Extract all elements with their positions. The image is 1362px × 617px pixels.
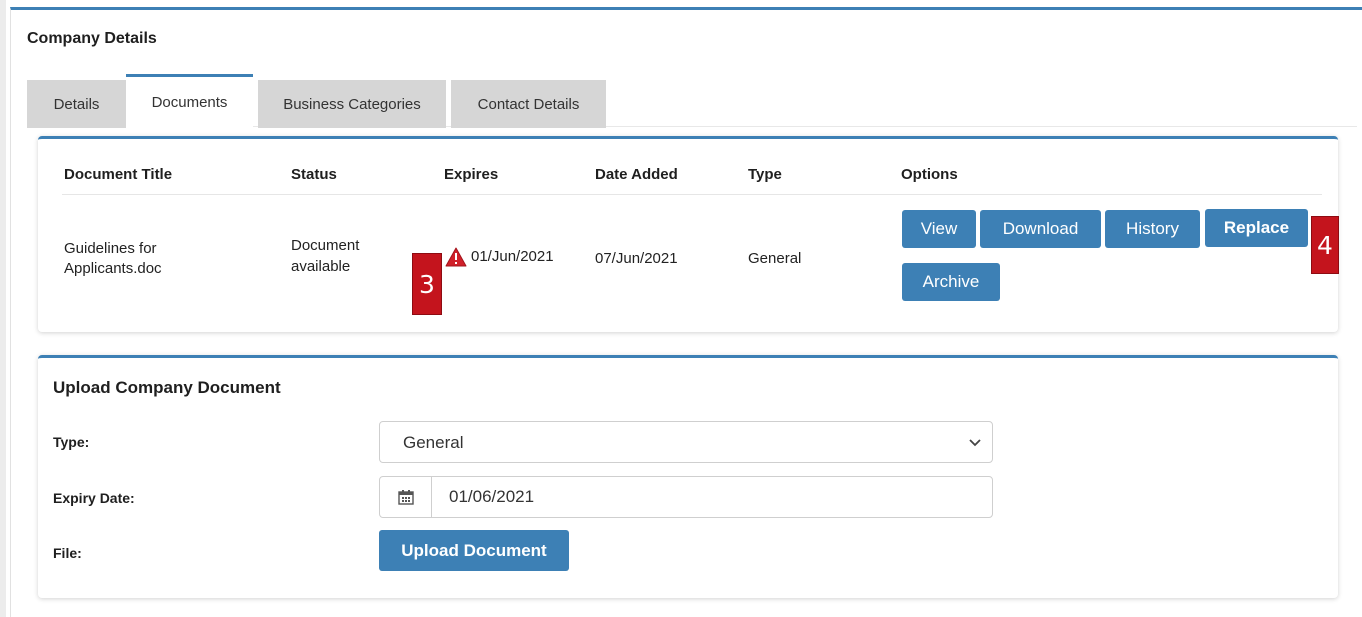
tab-contact-details-label: Contact Details [477,95,580,113]
tab-documents[interactable]: Documents [126,74,253,128]
status-line1: Document [291,237,360,254]
type-label: Type: [53,434,90,450]
document-title-line1: Guidelines for [64,240,157,257]
warning-triangle-icon [445,247,467,272]
history-button[interactable]: History [1105,210,1200,248]
view-button[interactable]: View [902,210,976,248]
header-options: Options [901,166,958,183]
calendar-icon[interactable] [380,477,432,517]
expiry-date-value: 01/06/2021 [449,487,535,506]
download-button[interactable]: Download [980,210,1101,248]
header-type: Type [748,166,782,183]
header-document-title: Document Title [64,166,173,183]
document-type: General [748,250,802,267]
replace-button[interactable]: Replace [1205,209,1308,247]
type-select[interactable]: General [379,421,993,463]
type-select-value: General [403,433,464,452]
chevron-down-icon [968,434,982,454]
annotation-marker-3: 3 [412,253,442,315]
table-header-divider [62,194,1322,195]
document-title-line2: Applicants.doc [64,260,162,277]
archive-button[interactable]: Archive [902,263,1000,301]
documents-table-card: Document Title Status Expires Date Added… [38,136,1338,332]
tab-details-label: Details [53,95,100,113]
expires-date: 01/Jun/2021 [471,248,554,265]
panel-title: Company Details [27,30,157,47]
upload-document-button[interactable]: Upload Document [379,530,569,571]
annotation-marker-4: 4 [1311,216,1339,274]
header-date-added: Date Added [595,166,678,183]
company-details-panel: Company Details Details Documents Busine… [10,7,1362,617]
tab-documents-label: Documents [151,94,228,111]
expiry-date-label: Expiry Date: [53,490,135,506]
tab-contact-details[interactable]: Contact Details [451,80,606,128]
date-added: 07/Jun/2021 [595,250,678,267]
header-expires: Expires [444,166,499,183]
file-label: File: [53,545,82,561]
status-line2: available [291,258,351,275]
expiry-date-field[interactable]: 01/06/2021 [379,476,993,518]
upload-card-title: Upload Company Document [53,378,281,397]
tab-business-categories-label: Business Categories [283,95,421,113]
page-left-border [0,0,6,617]
tab-business-categories[interactable]: Business Categories [258,80,446,128]
header-status: Status [291,166,337,183]
upload-document-card: Upload Company Document Type: General Ex… [38,355,1338,598]
tab-details[interactable]: Details [27,80,126,128]
